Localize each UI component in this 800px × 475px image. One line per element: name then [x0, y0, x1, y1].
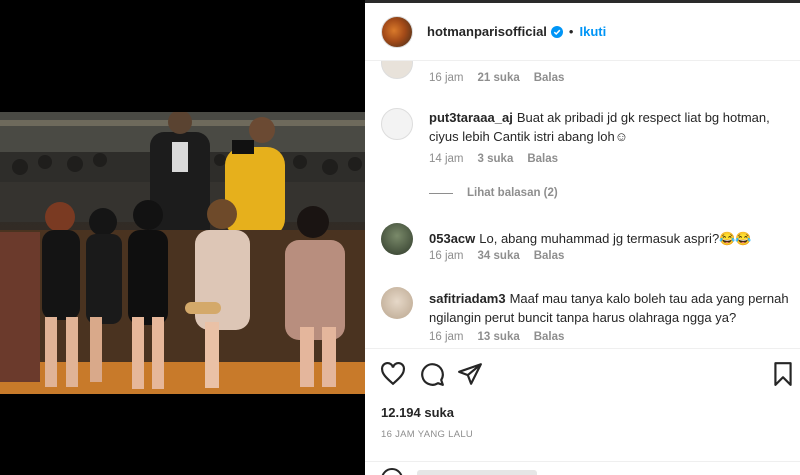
reply-button[interactable]: Balas [534, 250, 565, 262]
comment-body: safitriadam3 Maaf mau tanya kalo boleh ta… [429, 289, 800, 327]
comment-icon[interactable] [419, 361, 445, 387]
reply-button[interactable]: Balas [527, 153, 558, 165]
comment-time: 14 jam [429, 153, 464, 165]
paper-plane-icon[interactable] [457, 361, 483, 387]
comments-list[interactable]: 16 jam 21 suka Balas put3taraaa_aj Buat a… [365, 61, 800, 348]
comment-text: Lo, abang muhammad jg termasuk aspri?😂😂 [479, 231, 752, 246]
reply-button[interactable]: Balas [534, 331, 565, 343]
separator-dot: • [568, 24, 574, 39]
comment-meta: 16 jam 13 suka Balas [429, 331, 564, 343]
comment-username[interactable]: put3taraaa_aj [429, 110, 513, 125]
add-comment-bar [365, 461, 800, 475]
comment-likes[interactable]: 21 suka [478, 72, 520, 84]
comment-avatar[interactable] [381, 61, 413, 79]
comment-body: put3taraaa_aj Buat ak pribadi jd gk respe… [429, 108, 800, 146]
follow-button[interactable]: Ikuti [579, 24, 606, 39]
comment-username[interactable]: 053acw [429, 231, 475, 246]
replies-divider [429, 192, 453, 194]
photo-illustration [0, 112, 365, 394]
media-panel [0, 0, 365, 475]
view-replies-button[interactable]: Lihat balasan (2) [429, 187, 558, 199]
emoji-icon[interactable] [381, 468, 403, 475]
post-header: hotmanparisofficial • Ikuti [365, 3, 800, 61]
comment-meta: 14 jam 3 suka Balas [429, 153, 558, 165]
comment-likes[interactable]: 13 suka [478, 331, 520, 343]
post-timestamp: 16 JAM YANG LALU [381, 429, 474, 440]
comment-meta: 16 jam 21 suka Balas [429, 72, 564, 84]
comment-input[interactable] [417, 470, 537, 475]
comment-avatar[interactable] [381, 108, 413, 140]
comment-time: 16 jam [429, 250, 464, 262]
comment-likes[interactable]: 34 suka [478, 250, 520, 262]
author-avatar[interactable] [381, 15, 413, 48]
comment-time: 16 jam [429, 72, 464, 84]
post-actions: 12.194 suka 16 JAM YANG LALU [365, 348, 800, 475]
post-sidebar: hotmanparisofficial • Ikuti 16 jam 21 su… [365, 3, 800, 475]
heart-icon[interactable] [380, 361, 406, 387]
view-replies-label: Lihat balasan (2) [467, 187, 558, 199]
verified-badge-icon [550, 25, 563, 38]
author-username[interactable]: hotmanparisofficial [427, 24, 547, 39]
comment-likes[interactable]: 3 suka [478, 153, 514, 165]
comment-meta: 16 jam 34 suka Balas [429, 250, 564, 262]
bookmark-icon[interactable] [770, 361, 796, 387]
likes-count[interactable]: 12.194 suka [381, 405, 454, 420]
post-photo[interactable] [0, 112, 365, 394]
comment-avatar[interactable] [381, 223, 413, 255]
comment-username[interactable]: safitriadam3 [429, 291, 506, 306]
comment-time: 16 jam [429, 331, 464, 343]
comment-avatar[interactable] [381, 287, 413, 319]
comment-body: 053acw Lo, abang muhammad jg termasuk asp… [429, 229, 800, 248]
reply-button[interactable]: Balas [534, 72, 565, 84]
